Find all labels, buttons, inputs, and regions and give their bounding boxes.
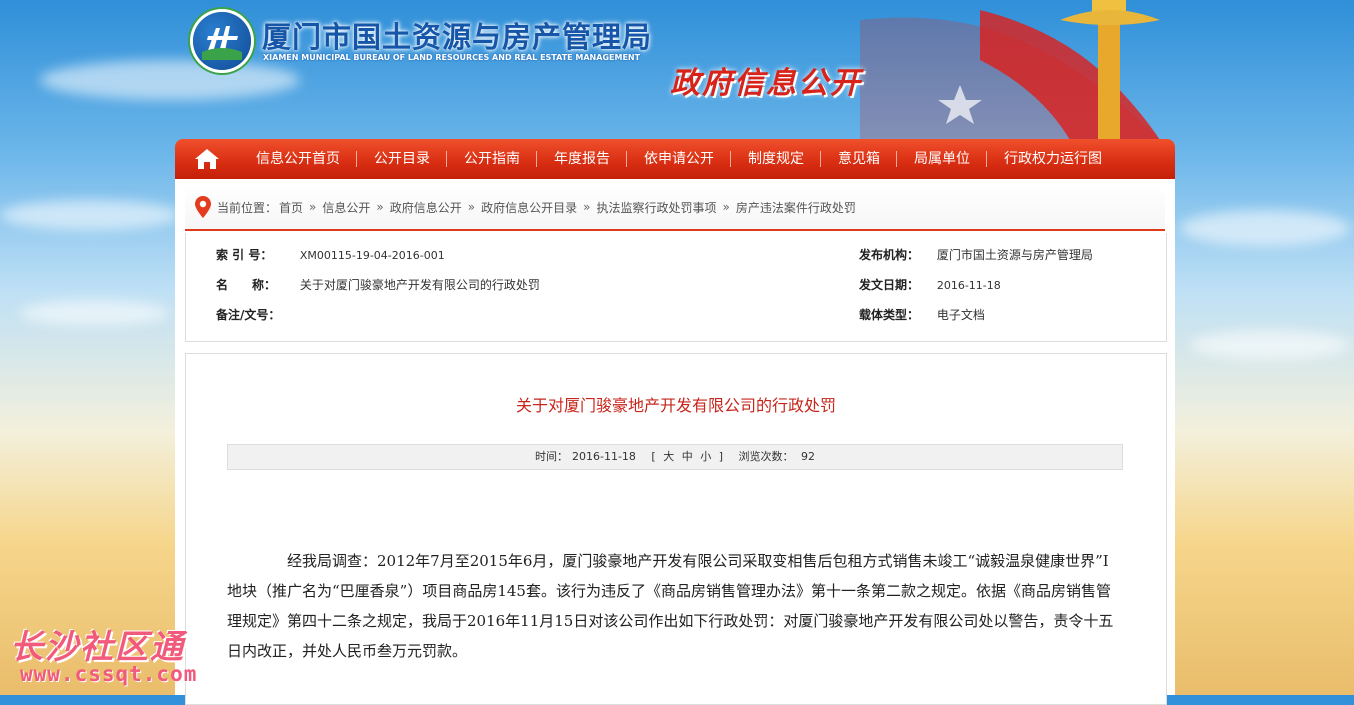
views-value: 92 <box>801 450 816 463</box>
breadcrumb-link-penalty[interactable]: 房产违法案件行政处罚 <box>736 199 856 216</box>
meta-carrier-value: 电子文档 <box>936 308 985 322</box>
watermark-text: 长沙社区通 <box>10 627 185 666</box>
logo-icon <box>202 26 242 60</box>
breadcrumb-separator: » <box>583 200 591 214</box>
nav-item-info-home[interactable]: 信息公开首页 <box>239 139 357 179</box>
breadcrumb-separator: » <box>467 200 476 214</box>
watermark-url: www.cssqt.com <box>20 662 198 686</box>
breadcrumb-link-catalog[interactable]: 政府信息公开目录 <box>481 199 577 216</box>
article-body: 经我局调查：2012年7月至2015年6月，厦门骏豪地产开发有限公司采取变相售后… <box>227 552 1114 660</box>
site-title: 厦门市国土资源与房产管理局 <box>262 20 653 54</box>
font-size-open-bracket: [ <box>651 450 656 463</box>
cloud-decoration <box>1180 210 1350 246</box>
breadcrumb-separator: » <box>722 200 730 214</box>
article-title: 关于对厦门骏豪地产开发有限公司的行政处罚 <box>515 396 836 415</box>
meta-publisher-label: 发布机构： <box>859 248 920 262</box>
meta-date-value: 2016-11-18 <box>936 279 1001 292</box>
meta-name-value: 关于对厦门骏豪地产开发有限公司的行政处罚 <box>299 278 540 292</box>
breadcrumb-separator: » <box>309 200 317 214</box>
font-size-large-link[interactable]: 大 <box>663 450 674 463</box>
views-label: 浏览次数： <box>738 450 794 463</box>
breadcrumb-link-info[interactable]: 信息公开 <box>322 199 370 216</box>
article: 关于对厦门骏豪地产开发有限公司的行政处罚 时间： 2016-11-18 [ 大 中… <box>185 353 1167 705</box>
content-container: 当前位置： 首页 » 信息公开 » 政府信息公开 » 政府信息公开目录 » 执法… <box>175 179 1175 705</box>
home-icon <box>195 149 219 169</box>
time-label: 时间： <box>534 450 568 463</box>
meta-name-row: 名 称： 关于对厦门骏豪地产开发有限公司的行政处罚 <box>216 275 540 295</box>
nav-item-feedback[interactable]: 意见箱 <box>821 139 897 179</box>
breadcrumb-label: 当前位置： <box>217 200 278 215</box>
meta-index-label: 索 引 号： <box>216 248 273 262</box>
cloud-decoration <box>1190 330 1350 360</box>
meta-date-label: 发文日期： <box>859 278 920 292</box>
meta-index-row: 索 引 号： XM00115-19-04-2016-001 <box>216 245 445 265</box>
flag-decoration <box>860 0 1160 140</box>
meta-name-label: 名 称： <box>216 278 277 292</box>
breadcrumb-separator: » <box>376 200 384 214</box>
cloud-decoration <box>20 300 170 326</box>
nav-item-power-chart[interactable]: 行政权力运行图 <box>987 139 1119 179</box>
meta-publisher-value: 厦门市国土资源与房产管理局 <box>936 248 1093 262</box>
nav-item-annual-report[interactable]: 年度报告 <box>537 139 627 179</box>
nav-item-regulations[interactable]: 制度规定 <box>731 139 821 179</box>
site-subtitle: XIAMEN MUNICIPAL BUREAU OF LAND RESOURCE… <box>263 53 641 62</box>
nav-home[interactable] <box>175 139 239 179</box>
nav-item-request[interactable]: 依申请公开 <box>627 139 731 179</box>
main-nav: 信息公开首页 公开目录 公开指南 年度报告 依申请公开 制度规定 意见箱 局属单… <box>175 139 1175 179</box>
nav-item-units[interactable]: 局属单位 <box>897 139 987 179</box>
cloud-decoration <box>0 200 180 230</box>
time-value: 2016-11-18 <box>571 450 636 463</box>
site-logo[interactable] <box>193 12 251 70</box>
breadcrumb-link-gov-info[interactable]: 政府信息公开 <box>390 199 462 216</box>
nav-item-guide[interactable]: 公开指南 <box>447 139 537 179</box>
article-info-bar: 时间： 2016-11-18 [ 大 中 小 ] 浏览次数： 92 <box>227 444 1123 470</box>
meta-carrier-label: 载体类型： <box>859 308 920 322</box>
gov-info-title: 政府信息公开 <box>670 66 862 101</box>
breadcrumb: 当前位置： 首页 » 信息公开 » 政府信息公开 » 政府信息公开目录 » 执法… <box>185 185 1165 231</box>
location-pin-icon <box>195 196 211 218</box>
nav-item-catalog[interactable]: 公开目录 <box>357 139 447 179</box>
font-size-close-bracket: ] <box>718 450 724 463</box>
font-size-medium-link[interactable]: 中 <box>682 450 693 463</box>
meta-remark-row: 备注/文号： <box>216 305 296 325</box>
font-size-small-link[interactable]: 小 <box>700 450 711 463</box>
meta-date-row: 发文日期： 2016-11-18 <box>859 275 1001 295</box>
meta-carrier-row: 载体类型： 电子文档 <box>859 305 985 325</box>
meta-index-value: XM00115-19-04-2016-001 <box>299 249 445 262</box>
watermark: 长沙社区通 www.cssqt.com <box>10 620 197 686</box>
meta-publisher-row: 发布机构： 厦门市国土资源与房产管理局 <box>859 245 1093 265</box>
breadcrumb-link-enforcement[interactable]: 执法监察行政处罚事项 <box>596 199 716 216</box>
breadcrumb-link-home[interactable]: 首页 <box>279 199 303 216</box>
document-meta: 索 引 号： XM00115-19-04-2016-001 名 称： 关于对厦门… <box>185 233 1167 342</box>
meta-remark-label: 备注/文号： <box>216 308 281 322</box>
site-header: 厦门市国土资源与房产管理局 XIAMEN MUNICIPAL BUREAU OF… <box>0 0 1354 140</box>
